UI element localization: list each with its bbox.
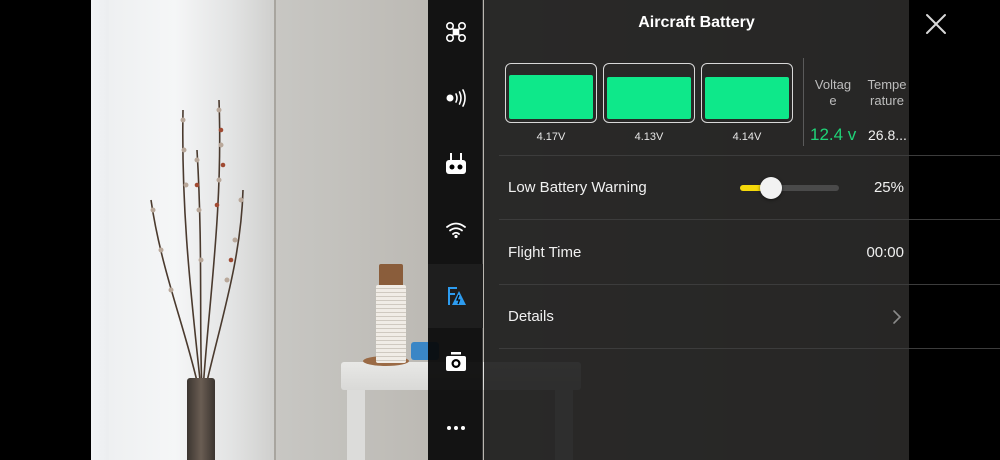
aircraft-icon bbox=[445, 21, 466, 43]
wifi-icon bbox=[445, 222, 466, 239]
cup-stack bbox=[376, 285, 406, 363]
chevron-right-icon[interactable] bbox=[890, 309, 904, 325]
battery-cell-2 bbox=[603, 63, 695, 123]
divider bbox=[499, 348, 1000, 349]
sidebar-item-remote-controller[interactable] bbox=[428, 132, 483, 196]
cell-voltage-2: 4.13V bbox=[634, 131, 664, 143]
cell-voltage-3: 4.14V bbox=[732, 131, 762, 143]
cell-fill bbox=[509, 75, 593, 119]
battery-cell-3 bbox=[701, 63, 793, 123]
branches-decoration bbox=[150, 99, 244, 390]
slider-thumb[interactable] bbox=[760, 177, 782, 199]
more-icon bbox=[446, 426, 465, 430]
sidebar-item-more[interactable] bbox=[428, 396, 483, 460]
remote-controller-icon bbox=[445, 153, 466, 174]
low-battery-warning-slider[interactable] bbox=[740, 177, 839, 199]
flight-time-label: Flight Time bbox=[508, 244, 582, 261]
divider bbox=[803, 58, 804, 146]
low-battery-warning-label: Low Battery Warning bbox=[508, 179, 647, 196]
divider bbox=[499, 284, 1000, 285]
low-battery-warning-value: 25% bbox=[873, 179, 904, 196]
cell-fill bbox=[607, 76, 691, 119]
temperature-value: 26.8... bbox=[868, 127, 907, 143]
total-voltage-value: 12.4 v bbox=[810, 125, 857, 144]
close-icon[interactable] bbox=[922, 10, 950, 38]
battery-settings-icon bbox=[447, 287, 466, 305]
sidebar-item-aircraft[interactable] bbox=[428, 0, 483, 64]
battery-cell-1 bbox=[505, 63, 597, 123]
divider bbox=[499, 155, 1000, 156]
sidebar-item-wifi[interactable] bbox=[428, 198, 483, 262]
flight-time-value: 00:00 bbox=[866, 244, 904, 261]
cell-voltage-1: 4.17V bbox=[536, 131, 566, 143]
divider bbox=[499, 219, 1000, 220]
cell-fill bbox=[705, 76, 789, 119]
sidebar-item-signal[interactable] bbox=[428, 66, 483, 130]
camera-icon bbox=[445, 352, 466, 371]
table-leg bbox=[347, 390, 365, 460]
signal-icon bbox=[446, 89, 466, 107]
panel-title: Aircraft Battery bbox=[638, 14, 755, 31]
vase bbox=[187, 378, 215, 460]
sidebar-item-battery[interactable] bbox=[428, 264, 483, 328]
temperature-header: Tempe rature bbox=[867, 77, 907, 108]
wall-edge bbox=[274, 0, 276, 460]
details-label[interactable]: Details bbox=[508, 308, 554, 325]
settings-sidebar bbox=[428, 0, 483, 460]
voltage-header: Voltag e bbox=[814, 77, 852, 108]
sidebar-item-camera[interactable] bbox=[428, 330, 483, 394]
